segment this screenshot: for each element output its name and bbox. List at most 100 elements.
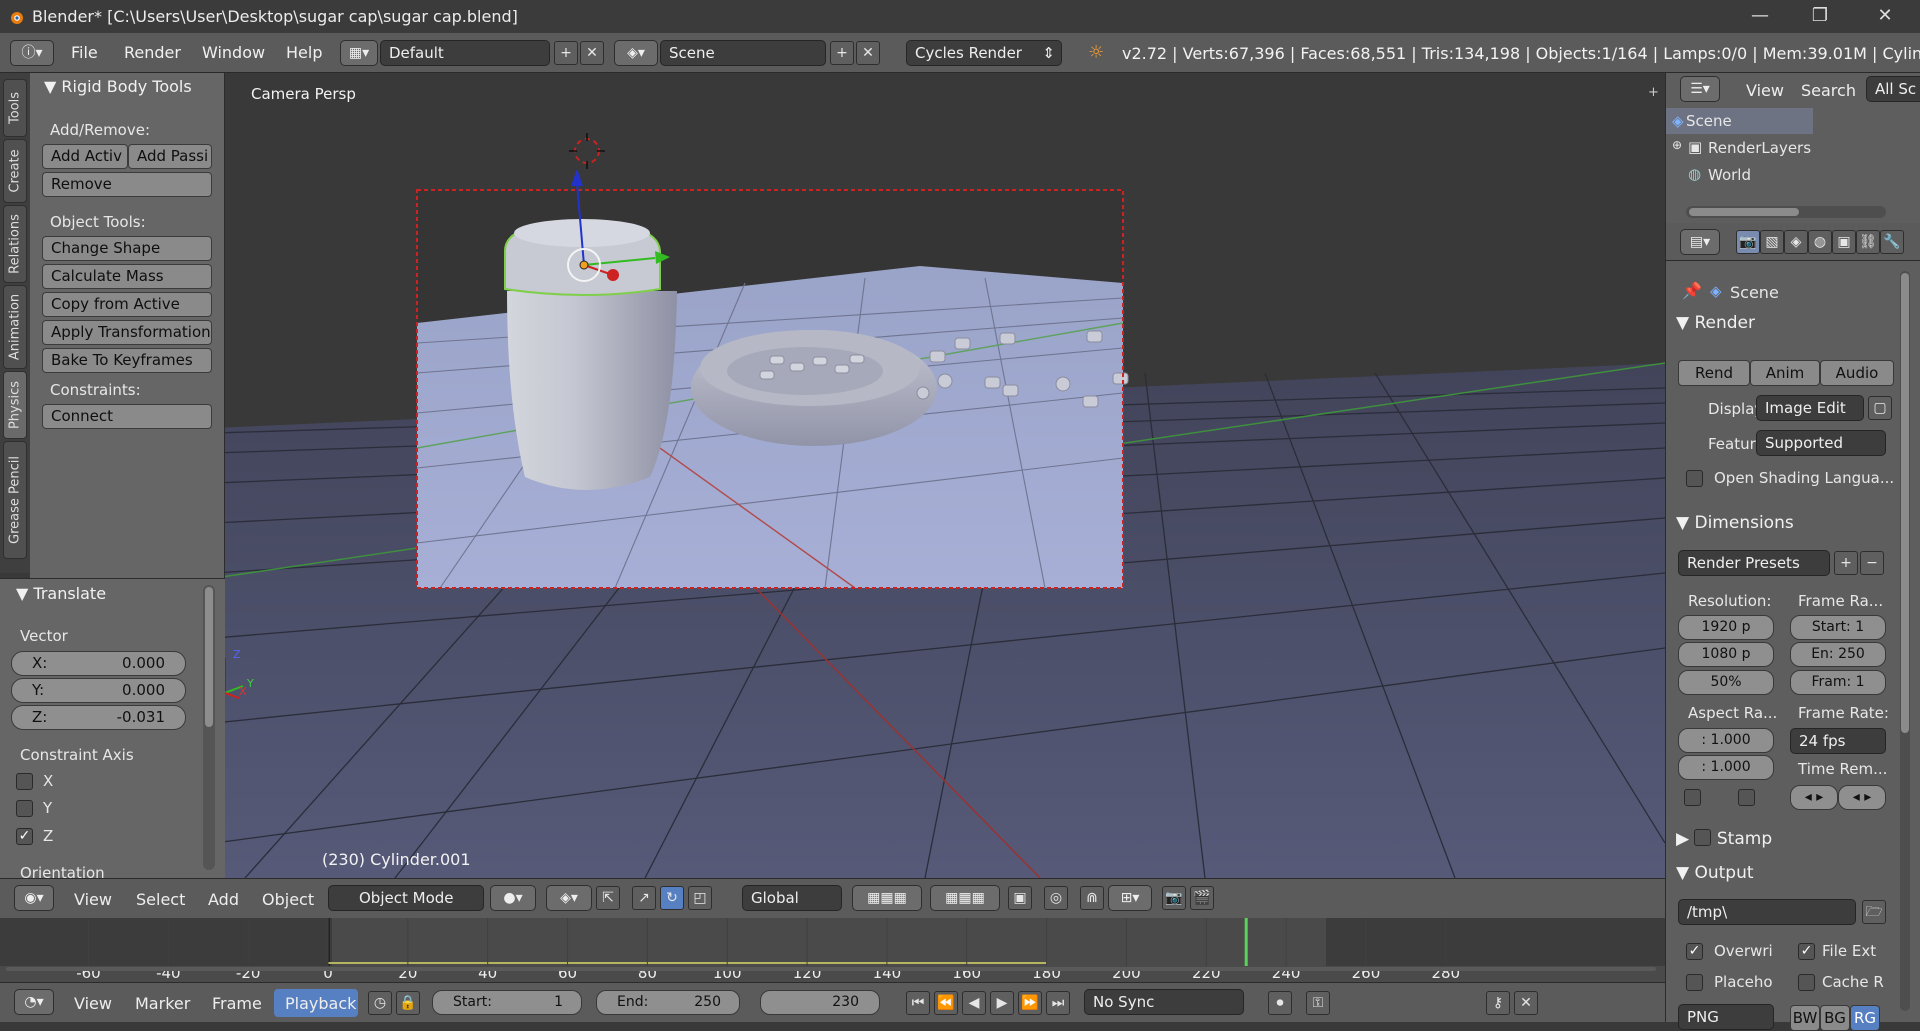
remove-layout-icon[interactable]: ✕	[580, 41, 604, 65]
menu-file[interactable]: File	[71, 43, 98, 62]
render-tab-icon[interactable]: 📷	[1736, 230, 1760, 254]
menu-help[interactable]: Help	[286, 43, 322, 62]
outliner-row-world[interactable]: ◍ World	[1666, 162, 1896, 188]
connect-button[interactable]: Connect	[42, 404, 212, 429]
remove-button[interactable]: Remove	[42, 172, 212, 197]
transform-orientation-select[interactable]: Global	[742, 885, 842, 911]
renderlayers-tab-icon[interactable]: ▧	[1760, 230, 1784, 254]
tab-physics[interactable]: Physics	[3, 371, 27, 439]
feature-set-select[interactable]: Supported	[1756, 430, 1886, 456]
osl-checkbox[interactable]	[1686, 470, 1703, 487]
translate-x-field[interactable]: X: 0.000	[11, 651, 186, 676]
lock-time-icon[interactable]: 🔒	[396, 991, 420, 1015]
insert-keyframe-icon[interactable]: ⚷	[1486, 991, 1510, 1015]
constraints-tab-icon[interactable]: ⛓	[1856, 230, 1880, 254]
aspect-x-field[interactable]: : 1.000	[1678, 728, 1774, 753]
properties-editor-icon[interactable]: ▤▾	[1680, 229, 1720, 255]
layers-block-1[interactable]: ▦▦▦	[852, 885, 922, 911]
modifiers-tab-icon[interactable]: 🔧	[1880, 230, 1904, 254]
display-lock-icon[interactable]: ▢	[1868, 396, 1892, 420]
translate-y-field[interactable]: Y: 0.000	[11, 678, 186, 703]
display-select[interactable]: Image Edit	[1756, 395, 1864, 421]
layers-block-2[interactable]: ▦▦▦	[930, 885, 1000, 911]
play-icon[interactable]: ▶	[990, 991, 1014, 1015]
render-still-button[interactable]: Rend	[1678, 360, 1750, 386]
render-audio-button[interactable]: Audio	[1820, 360, 1894, 386]
menu-render[interactable]: Render	[124, 43, 181, 62]
jump-next-key-icon[interactable]: ⏩	[1018, 991, 1042, 1015]
frame-start-field[interactable]: Start: 1	[1790, 615, 1886, 640]
outliner-view-menu[interactable]: View	[1746, 81, 1784, 100]
world-tab-icon[interactable]: ◍	[1808, 230, 1832, 254]
play-reverse-icon[interactable]: ◀	[962, 991, 986, 1015]
menu-window[interactable]: Window	[202, 43, 265, 62]
lock-layers-icon[interactable]: ▣	[1008, 886, 1032, 910]
change-shape-button[interactable]: Change Shape	[42, 236, 212, 261]
outliner-filter-field[interactable]: All Sc	[1866, 76, 1920, 102]
editor-type-info-icon[interactable]: ⓘ▾	[10, 40, 54, 66]
render-engine-select[interactable]: Cycles Render ⇕	[906, 40, 1062, 66]
scene-field[interactable]: Scene	[660, 40, 826, 66]
stamp-section-header[interactable]: ▶ Stamp	[1676, 827, 1908, 857]
maximize-button[interactable]: ❐	[1790, 0, 1850, 33]
resolution-y-field[interactable]: 1080 p	[1678, 642, 1774, 667]
bake-to-keyframes-button[interactable]: Bake To Keyframes	[42, 348, 212, 373]
time-remap-new-field[interactable]: ◂ ▸	[1838, 785, 1886, 810]
outliner-row-renderlayers[interactable]: ⊕ ▣ RenderLayers	[1666, 135, 1896, 161]
opengl-render-icon[interactable]: 📷	[1162, 886, 1186, 910]
timeline-view-menu[interactable]: View	[74, 994, 112, 1013]
translate-manipulator-icon[interactable]: ↗	[632, 886, 656, 910]
frame-rate-select[interactable]: 24 fps	[1790, 728, 1886, 754]
placeholders-checkbox[interactable]	[1686, 974, 1703, 991]
start-frame-field[interactable]: Start: 1	[432, 990, 582, 1015]
close-button[interactable]: ✕	[1855, 0, 1915, 33]
manipulator-toggle-icon[interactable]: ⇱	[596, 886, 620, 910]
timeline-scrollbar[interactable]	[6, 967, 1656, 971]
color-rgba-button[interactable]: RG	[1850, 1005, 1880, 1031]
tab-relations[interactable]: Relations	[3, 205, 27, 283]
copy-from-active-button[interactable]: Copy from Active	[42, 292, 212, 317]
snap-element-icon[interactable]: ⊞▾	[1108, 885, 1152, 911]
shading-select-icon[interactable]: ●▾	[490, 885, 536, 911]
layout-field[interactable]: Default	[380, 40, 550, 66]
add-active-button[interactable]: Add Activ	[42, 144, 128, 169]
add-preset-icon[interactable]: +	[1834, 551, 1858, 575]
scene-tab-icon[interactable]: ◈	[1784, 230, 1808, 254]
view-menu[interactable]: View	[74, 890, 112, 909]
viewport-corner-plus-icon[interactable]: +	[1648, 85, 1659, 100]
add-layout-icon[interactable]: +	[554, 41, 578, 65]
aspect-y-field[interactable]: : 1.000	[1678, 755, 1774, 780]
frame-menu[interactable]: Frame	[212, 994, 262, 1013]
timeline[interactable]: -60 -40 -20 0 20 40 60 80 100 120 140 160 180 200 220 2…	[0, 918, 1665, 982]
translate-panel-header[interactable]: ▼ Translate	[16, 584, 106, 603]
dimensions-section-header[interactable]: ▼ Dimensions	[1676, 513, 1908, 543]
viewport-canvas[interactable]	[225, 73, 1665, 878]
color-bw-button[interactable]: BW	[1790, 1005, 1820, 1031]
keying-set-icon[interactable]: ⚿	[1306, 991, 1330, 1015]
outliner-row-scene[interactable]: ◈ Scene	[1666, 108, 1813, 134]
stamp-checkbox[interactable]	[1694, 829, 1712, 846]
jump-prev-key-icon[interactable]: ⏪	[934, 991, 958, 1015]
jump-end-icon[interactable]: ⏭	[1046, 991, 1070, 1015]
add-menu[interactable]: Add	[208, 890, 239, 909]
remove-scene-icon[interactable]: ✕	[856, 41, 880, 65]
folder-browse-icon[interactable]: 🗁	[1862, 900, 1886, 924]
add-scene-icon[interactable]: +	[830, 41, 854, 65]
cache-result-checkbox[interactable]	[1798, 974, 1815, 991]
rotate-manipulator-icon[interactable]: ↻	[660, 886, 684, 910]
scale-manipulator-icon[interactable]: ◰	[688, 886, 712, 910]
snap-toggle-icon[interactable]: ⋒	[1080, 886, 1104, 910]
resolution-x-field[interactable]: 1920 p	[1678, 615, 1774, 640]
constraint-z-checkbox[interactable]: ✓	[16, 828, 33, 845]
record-icon[interactable]: ⏺	[1268, 991, 1292, 1015]
output-section-header[interactable]: ▼ Output	[1676, 863, 1908, 893]
render-anim-button[interactable]: Anim	[1750, 360, 1820, 386]
overwrite-checkbox[interactable]: ✓	[1686, 943, 1703, 960]
scene-icon[interactable]: ◈▾	[614, 40, 658, 66]
add-passive-button[interactable]: Add Passi	[128, 144, 212, 169]
tab-grease-pencil[interactable]: Grease Pencil	[3, 441, 27, 559]
time-remap-old-field[interactable]: ◂ ▸	[1790, 785, 1838, 810]
remove-preset-icon[interactable]: −	[1860, 551, 1884, 575]
properties-scrollbar[interactable]	[1900, 271, 1910, 1011]
border-checkbox[interactable]	[1684, 789, 1701, 806]
